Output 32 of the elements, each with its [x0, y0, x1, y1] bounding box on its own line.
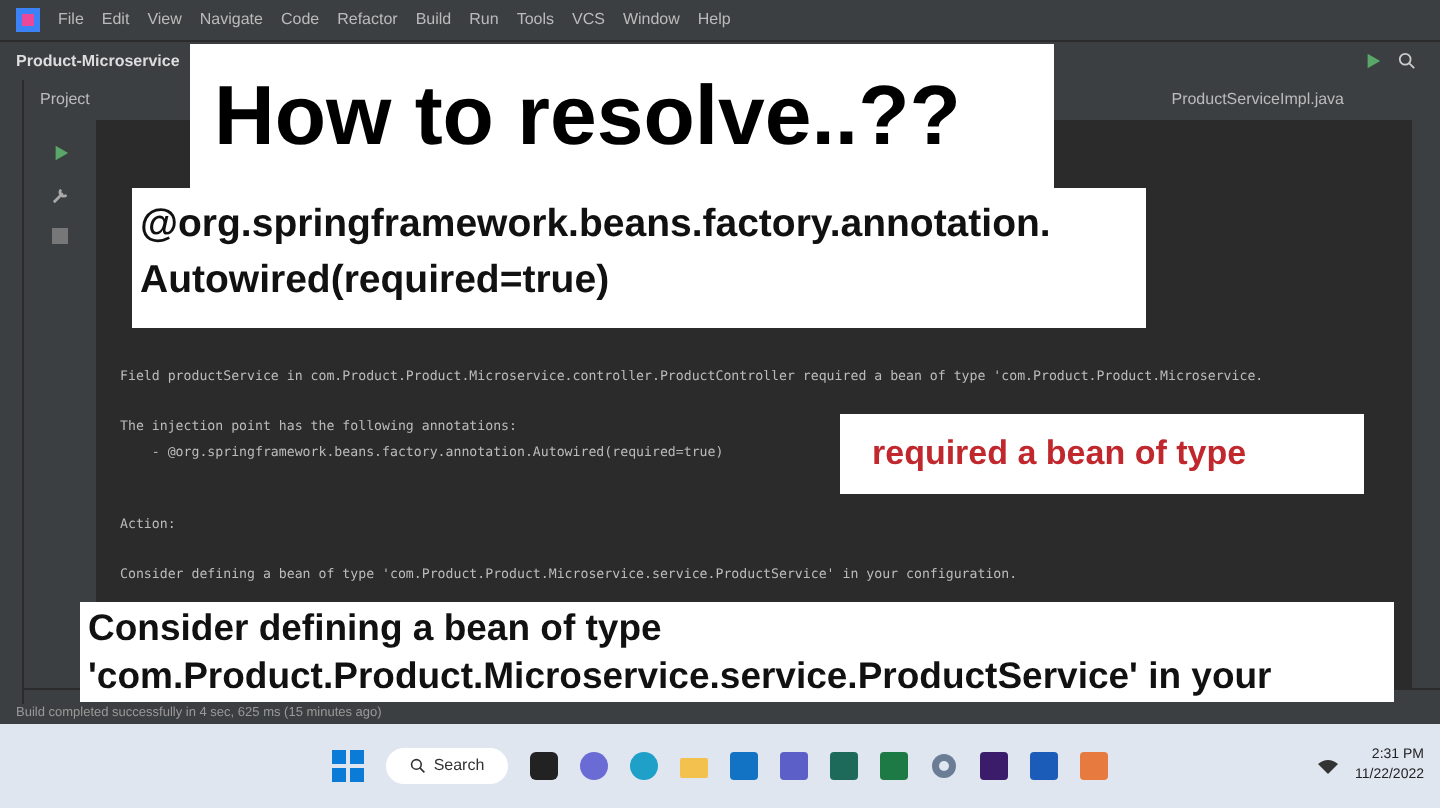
- menu-item[interactable]: Code: [280, 8, 320, 32]
- overlay-note-text: Autowired(required=true): [140, 256, 612, 306]
- overlay-caption-text: Consider defining a bean of type: [88, 604, 664, 652]
- search-icon: [409, 758, 426, 774]
- run-icon[interactable]: [1364, 52, 1382, 70]
- rerun-icon[interactable]: [51, 144, 69, 162]
- menu-item[interactable]: Navigate: [199, 8, 263, 32]
- search-icon[interactable]: [1398, 52, 1416, 70]
- editor-tab[interactable]: ProductServiceImpl.java: [1155, 88, 1360, 112]
- tool-window-title[interactable]: Project: [40, 88, 90, 112]
- menu-item[interactable]: Edit: [101, 8, 130, 32]
- menu-item[interactable]: Run: [469, 8, 499, 32]
- menu-item[interactable]: Window: [622, 8, 680, 32]
- project-breadcrumb[interactable]: Product-Microservice: [16, 49, 180, 73]
- menu-item[interactable]: View: [147, 8, 182, 32]
- start-icon[interactable]: [331, 750, 364, 782]
- wrench-icon[interactable]: [51, 186, 69, 204]
- menu-item[interactable]: Refactor: [337, 8, 398, 32]
- menu-item[interactable]: Help: [697, 8, 731, 32]
- wifi-icon[interactable]: [1318, 758, 1339, 774]
- menu-item[interactable]: Build: [415, 8, 452, 32]
- app-icon[interactable]: [530, 752, 559, 780]
- menu-item[interactable]: File: [58, 8, 84, 32]
- overlay-caption-text: 'com.Product.Product.Microservice.service.ProductService' in your: [88, 652, 1274, 700]
- overlay-note-text: @org.springframework.beans.factory.annotation.: [140, 200, 1053, 250]
- app-logo-icon: [16, 8, 40, 32]
- taskbar-search[interactable]: Search: [385, 748, 509, 784]
- menu-item[interactable]: VCS: [572, 8, 605, 32]
- overlay-highlight-text: required a bean of type: [872, 432, 1247, 477]
- overlay-title-text: How to resolve..??: [214, 74, 961, 158]
- gear-icon[interactable]: [930, 752, 959, 780]
- menu-item[interactable]: Tools: [516, 8, 554, 32]
